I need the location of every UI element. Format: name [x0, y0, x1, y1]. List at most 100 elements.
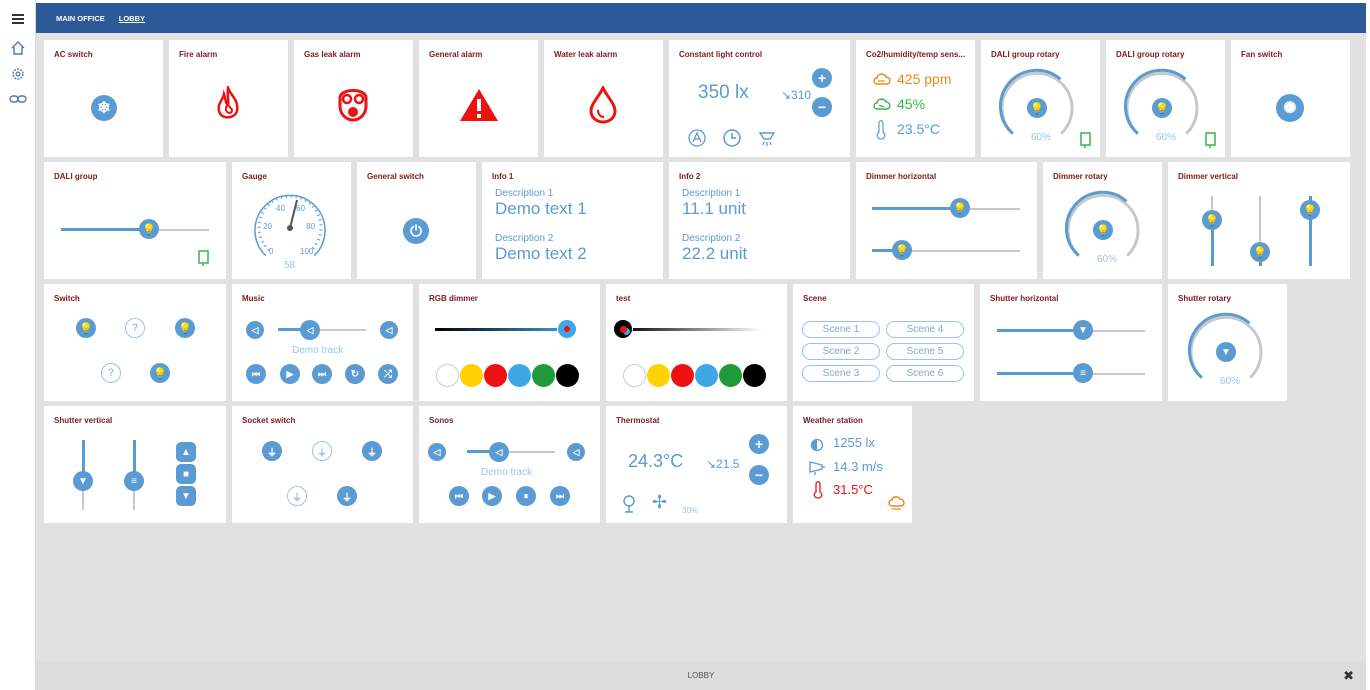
- link-icon[interactable]: [0, 88, 36, 110]
- volume-up-icon[interactable]: ◁: [567, 443, 585, 461]
- socket-on-icon[interactable]: ⏚: [337, 486, 357, 506]
- color-swatch-white[interactable]: [436, 364, 459, 387]
- decrease-button[interactable]: −: [812, 97, 832, 117]
- rgb-slider-track[interactable]: [435, 328, 575, 331]
- scene-2-button[interactable]: Scene 2: [802, 343, 880, 360]
- scene-4-button[interactable]: Scene 4: [886, 321, 964, 338]
- fan-icon[interactable]: ✢: [652, 492, 667, 513]
- play-icon[interactable]: ▶: [280, 364, 300, 384]
- tile-dali-group-rotary-2[interactable]: DALI group rotary 💡 60%: [1106, 40, 1225, 157]
- socket-off-icon[interactable]: ⏚: [287, 486, 307, 506]
- header-bar: MAIN OFFICE LOBBY: [36, 3, 1366, 33]
- power-icon[interactable]: ⏻: [403, 218, 429, 244]
- menu-icon[interactable]: [0, 8, 36, 30]
- shutter-up-icon[interactable]: ▲: [176, 442, 196, 462]
- shutter-handle-icon[interactable]: ≡: [124, 471, 144, 491]
- tile-fan-switch[interactable]: Fan switch ✺: [1231, 40, 1350, 157]
- tile-shutter-rotary[interactable]: Shutter rotary ▼ 60%: [1168, 284, 1287, 401]
- play-icon[interactable]: ▶: [482, 486, 502, 506]
- switch-bulb-on-icon[interactable]: 💡: [175, 318, 195, 338]
- scene-6-button[interactable]: Scene 6: [886, 365, 964, 382]
- scene-3-button[interactable]: Scene 3: [802, 365, 880, 382]
- switch-bulb-off-icon[interactable]: ?: [125, 318, 145, 338]
- socket-on-icon[interactable]: ⏚: [362, 441, 382, 461]
- settings-icon[interactable]: [0, 63, 36, 85]
- rgb-slider-track[interactable]: [622, 328, 762, 331]
- volume-down-icon[interactable]: ◁: [246, 321, 264, 339]
- next-icon[interactable]: ⏭: [312, 364, 332, 384]
- color-swatch-green[interactable]: [532, 364, 555, 387]
- volume-up-icon[interactable]: ◁: [380, 321, 398, 339]
- shutter-handle-icon[interactable]: ≡: [1073, 363, 1093, 383]
- color-swatch-blue[interactable]: [695, 364, 718, 387]
- tile-general-switch[interactable]: General switch ⏻: [357, 162, 476, 279]
- vslider-handle-bulb-icon[interactable]: 💡: [1202, 210, 1222, 230]
- vslider-handle-bulb-icon[interactable]: 💡: [1300, 200, 1320, 220]
- color-swatch-red[interactable]: [484, 364, 507, 387]
- breadcrumb-lobby[interactable]: LOBBY: [119, 14, 145, 23]
- tile-dimmer-vertical[interactable]: Dimmer vertical 💡 💡 💡: [1168, 162, 1350, 279]
- fan-icon[interactable]: ✺: [1276, 94, 1304, 122]
- thermostat-mode-icon[interactable]: [620, 494, 638, 514]
- rgb-handle-icon[interactable]: [613, 319, 633, 339]
- switch-bulb-on-icon[interactable]: 💡: [150, 363, 170, 383]
- color-swatch-yellow[interactable]: [460, 364, 483, 387]
- ceiling-light-icon[interactable]: [757, 128, 777, 148]
- color-swatch-white[interactable]: [623, 364, 646, 387]
- volume-down-icon[interactable]: ◁: [428, 443, 446, 461]
- previous-icon[interactable]: ⏮: [246, 364, 266, 384]
- shuffle-icon[interactable]: ⤮: [378, 364, 398, 384]
- switch-bulb-off-icon[interactable]: ?: [101, 363, 121, 383]
- vslider-handle-bulb-icon[interactable]: 💡: [1250, 242, 1270, 262]
- tile-title: Socket switch: [242, 416, 296, 425]
- tile-co2-humidity-temp: Co2/humidity/temp sens... 425 ppm 45% 23…: [856, 40, 975, 157]
- rotary-value: 60%: [1097, 254, 1118, 265]
- shutter-handle-icon[interactable]: ▼: [73, 471, 93, 491]
- home-icon[interactable]: [0, 37, 36, 59]
- tile-test: test: [606, 284, 787, 401]
- color-swatch-green[interactable]: [719, 364, 742, 387]
- tile-dali-group[interactable]: DALI group 💡: [44, 162, 226, 279]
- tile-scene: Scene Scene 1 Scene 4 Scene 2 Scene 5 Sc…: [793, 284, 974, 401]
- socket-on-icon[interactable]: ⏚: [262, 441, 282, 461]
- color-swatch-black[interactable]: [556, 364, 579, 387]
- tile-ac-switch[interactable]: AC switch ❄: [44, 40, 163, 157]
- tile-dali-group-rotary-1[interactable]: DALI group rotary 💡 60%: [981, 40, 1100, 157]
- increase-button[interactable]: +: [749, 434, 769, 454]
- breadcrumb-main-office[interactable]: MAIN OFFICE: [56, 14, 105, 23]
- increase-button[interactable]: +: [812, 68, 832, 88]
- shutter-stop-icon[interactable]: ■: [176, 464, 196, 484]
- info-value-1: Demo text 1: [495, 199, 587, 218]
- slider-handle-bulb-icon[interactable]: 💡: [139, 219, 159, 239]
- color-swatch-red[interactable]: [671, 364, 694, 387]
- next-icon[interactable]: ⏭: [550, 486, 570, 506]
- tile-shutter-horizontal[interactable]: Shutter horizontal ▼ ≡: [980, 284, 1162, 401]
- volume-handle[interactable]: ◁: [300, 320, 320, 340]
- timer-icon[interactable]: [722, 128, 742, 148]
- tile-dimmer-rotary[interactable]: Dimmer rotary 💡 60%: [1043, 162, 1162, 279]
- tile-dimmer-horizontal[interactable]: Dimmer horizontal 💡 💡: [856, 162, 1037, 279]
- close-icon[interactable]: ✖: [1343, 668, 1354, 684]
- tile-shutter-vertical[interactable]: Shutter vertical ▼ ≡ ▲ ■ ▼: [44, 406, 226, 523]
- scene-5-button[interactable]: Scene 5: [886, 343, 964, 360]
- volume-handle[interactable]: ◁: [489, 442, 509, 462]
- shutter-handle-icon[interactable]: ▼: [1073, 320, 1093, 340]
- thermometer-icon: [876, 120, 886, 140]
- switch-bulb-on-icon[interactable]: 💡: [76, 318, 96, 338]
- color-swatch-yellow[interactable]: [647, 364, 670, 387]
- sidebar: [0, 0, 36, 690]
- scene-1-button[interactable]: Scene 1: [802, 321, 880, 338]
- socket-off-icon[interactable]: ⏚: [312, 441, 332, 461]
- pause-icon[interactable]: ⏸: [516, 486, 536, 506]
- previous-icon[interactable]: ⏮: [449, 486, 469, 506]
- rgb-handle-icon[interactable]: [557, 319, 577, 339]
- color-swatch-blue[interactable]: [508, 364, 531, 387]
- shutter-down-icon[interactable]: ▼: [176, 486, 196, 506]
- auto-mode-icon[interactable]: [687, 128, 707, 148]
- dimmer-handle-bulb-icon[interactable]: 💡: [892, 240, 912, 260]
- snowflake-icon[interactable]: ❄: [91, 95, 117, 121]
- color-swatch-black[interactable]: [743, 364, 766, 387]
- repeat-icon[interactable]: ↻: [345, 364, 365, 384]
- dimmer-handle-bulb-icon[interactable]: 💡: [950, 198, 970, 218]
- decrease-button[interactable]: −: [749, 465, 769, 485]
